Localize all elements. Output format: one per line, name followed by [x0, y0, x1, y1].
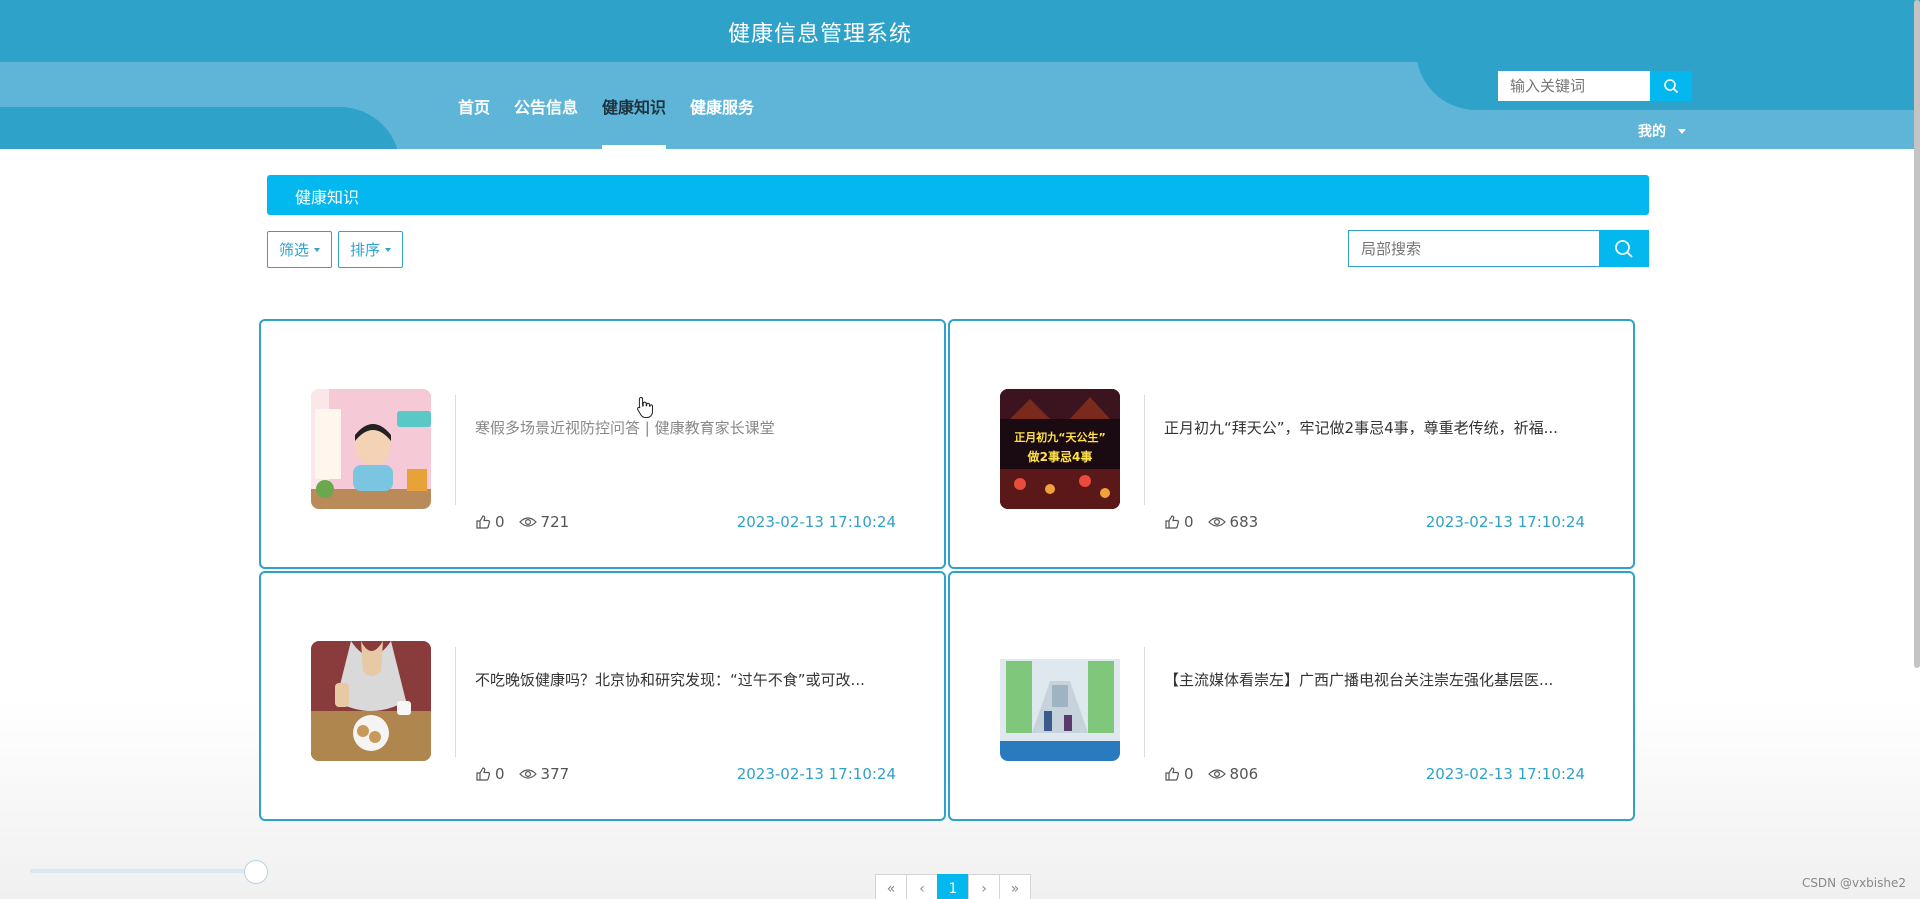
- pagination: « ‹ 1 › »: [875, 874, 1031, 899]
- hand-cursor-icon: [637, 396, 653, 418]
- card-divider: [455, 647, 456, 757]
- article-thumbnail: [311, 389, 431, 509]
- watermark: CSDN @vxbishe2: [1801, 876, 1906, 890]
- main-nav: 首页 公告信息 健康知识 健康服务: [458, 62, 754, 149]
- section-title: 健康知识: [295, 188, 360, 207]
- user-menu[interactable]: 我的: [1638, 121, 1686, 141]
- filter-row: 筛选 排序: [267, 231, 404, 268]
- top-bar: 健康信息管理系统: [0, 0, 1920, 62]
- view-count: 683: [1207, 513, 1259, 531]
- thumbs-up-icon: [1165, 767, 1180, 781]
- article-card[interactable]: 正月初九“天公生” 做2事忌4事 正月初九“拜天公”，牢记做2事忌4事，尊重老传…: [948, 319, 1635, 569]
- article-date: 2023-02-13 17:10:24: [1425, 513, 1585, 531]
- last-page-button[interactable]: »: [999, 874, 1031, 899]
- like-count[interactable]: 0: [475, 513, 505, 531]
- eye-icon: [518, 517, 537, 527]
- prev-page-button[interactable]: ‹: [906, 874, 938, 899]
- like-count-value: 0: [1184, 513, 1194, 531]
- chevron-down-icon: [1678, 128, 1686, 134]
- card-divider: [1144, 647, 1145, 757]
- article-stats: 0 806: [1164, 765, 1266, 783]
- nav-health-services[interactable]: 健康服务: [690, 62, 754, 149]
- like-count-value: 0: [495, 765, 505, 783]
- local-search-button[interactable]: [1599, 230, 1649, 267]
- article-stats: 0 683: [1164, 513, 1266, 531]
- site-title: 健康信息管理系统: [728, 22, 913, 47]
- top-search: [1498, 71, 1692, 101]
- article-title[interactable]: 寒假多场景近视防控问答 | 健康教育家长课堂: [475, 417, 905, 438]
- search-icon: [1664, 79, 1679, 94]
- article-card[interactable]: 寒假多场景近视防控问答 | 健康教育家长课堂 0 721 2023-02-13 …: [259, 319, 946, 569]
- like-count[interactable]: 0: [475, 765, 505, 783]
- like-count[interactable]: 0: [1164, 765, 1194, 783]
- article-card[interactable]: 【主流媒体看崇左】广西广播电视台关注崇左强化基层医... 0 806 2023-…: [948, 571, 1635, 821]
- article-title[interactable]: 正月初九“拜天公”，牢记做2事忌4事，尊重老传统，祈福...: [1164, 417, 1594, 438]
- nav-health-knowledge[interactable]: 健康知识: [602, 62, 667, 149]
- article-thumbnail: [1000, 641, 1120, 761]
- article-date: 2023-02-13 17:10:24: [1425, 765, 1585, 783]
- thumbs-up-icon: [1165, 515, 1180, 529]
- first-page-button[interactable]: «: [875, 874, 907, 899]
- keyword-search-button[interactable]: [1650, 71, 1692, 101]
- article-date: 2023-02-13 17:10:24: [736, 765, 896, 783]
- card-divider: [1144, 395, 1145, 505]
- thumb-text-line: 正月初九“天公生”: [1014, 430, 1105, 444]
- thumb-text-line: 做2事忌4事: [1027, 449, 1093, 464]
- section-header: 健康知识: [267, 175, 1649, 215]
- next-page-button[interactable]: ›: [968, 874, 1000, 899]
- like-count-value: 0: [495, 513, 505, 531]
- chevron-down-icon: [314, 247, 321, 252]
- article-thumbnail: 正月初九“天公生” 做2事忌4事: [1000, 389, 1120, 509]
- eye-icon: [1207, 517, 1226, 527]
- nav-announcements[interactable]: 公告信息: [514, 62, 578, 149]
- sort-label: 排序: [350, 241, 381, 259]
- card-divider: [455, 395, 456, 505]
- sort-button[interactable]: 排序: [338, 231, 404, 268]
- filter-label: 筛选: [279, 241, 310, 259]
- eye-icon: [518, 769, 537, 779]
- article-stats: 0 377: [475, 765, 577, 783]
- eye-icon: [1207, 769, 1226, 779]
- article-grid: 寒假多场景近视防控问答 | 健康教育家长课堂 0 721 2023-02-13 …: [259, 319, 1635, 821]
- view-count: 721: [518, 513, 570, 531]
- filter-button[interactable]: 筛选: [267, 231, 333, 268]
- article-thumbnail: [311, 641, 431, 761]
- slider-handle[interactable]: [244, 860, 268, 884]
- chevron-down-icon: [385, 247, 392, 252]
- view-count: 377: [518, 765, 570, 783]
- view-count-value: 806: [1229, 765, 1259, 783]
- like-count-value: 0: [1184, 765, 1194, 783]
- article-date: 2023-02-13 17:10:24: [736, 513, 896, 531]
- nav-home[interactable]: 首页: [458, 62, 490, 149]
- keyword-search-input[interactable]: [1498, 71, 1650, 101]
- view-count: 806: [1207, 765, 1259, 783]
- view-count-value: 683: [1229, 513, 1259, 531]
- view-count-value: 377: [540, 765, 570, 783]
- user-menu-label: 我的: [1638, 124, 1666, 140]
- article-title[interactable]: 【主流媒体看崇左】广西广播电视台关注崇左强化基层医...: [1164, 669, 1594, 690]
- slider-track[interactable]: [30, 869, 256, 873]
- nav-left-decor: [0, 107, 400, 149]
- local-search: [1348, 230, 1649, 267]
- page-1-button[interactable]: 1: [937, 874, 969, 899]
- search-icon: [1615, 239, 1633, 258]
- like-count[interactable]: 0: [1164, 513, 1194, 531]
- view-count-value: 721: [540, 513, 570, 531]
- scrollbar[interactable]: [1914, 0, 1920, 668]
- thumbs-up-icon: [476, 515, 491, 529]
- article-title[interactable]: 不吃晚饭健康吗？北京协和研究发现：“过午不食”或可改...: [475, 669, 905, 690]
- article-card[interactable]: 不吃晚饭健康吗？北京协和研究发现：“过午不食”或可改... 0 377 2023…: [259, 571, 946, 821]
- thumbs-up-icon: [476, 767, 491, 781]
- article-stats: 0 721: [475, 513, 577, 531]
- local-search-input[interactable]: [1348, 230, 1599, 267]
